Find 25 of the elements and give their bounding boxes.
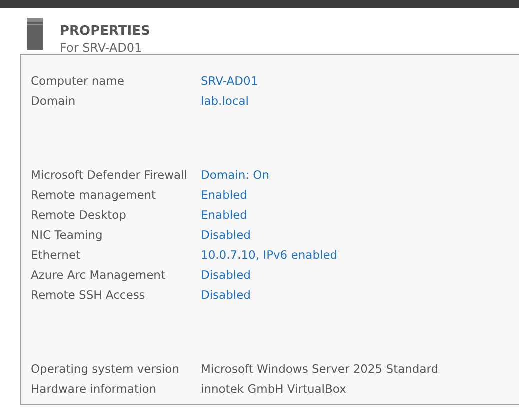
property-label: Hardware information xyxy=(31,382,157,396)
property-link[interactable]: lab.local xyxy=(201,94,249,108)
property-value: Microsoft Windows Server 2025 Standard xyxy=(201,362,439,376)
panel-subtitle: For SRV-AD01 xyxy=(60,40,142,56)
server-icon xyxy=(27,18,43,50)
property-value: innotek GmbH VirtualBox xyxy=(201,382,346,396)
property-link[interactable]: 10.0.7.10, IPv6 enabled xyxy=(201,248,338,262)
property-link[interactable]: Domain: On xyxy=(201,168,270,182)
panel-title: PROPERTIES xyxy=(60,24,150,40)
property-label: Remote Desktop xyxy=(31,208,126,222)
property-link[interactable]: Enabled xyxy=(201,188,248,202)
property-label: Domain xyxy=(31,94,76,108)
property-label: Azure Arc Management xyxy=(31,268,166,282)
property-label: Operating system version xyxy=(31,362,180,376)
property-label: Microsoft Defender Firewall xyxy=(31,168,188,182)
property-link[interactable]: SRV-AD01 xyxy=(201,74,258,88)
property-label: NIC Teaming xyxy=(31,228,103,242)
property-label: Computer name xyxy=(31,74,124,88)
property-link[interactable]: Disabled xyxy=(201,288,251,302)
property-label: Remote SSH Access xyxy=(31,288,146,302)
property-link[interactable]: Disabled xyxy=(201,268,251,282)
property-label: Remote management xyxy=(31,188,156,202)
property-link[interactable]: Enabled xyxy=(201,208,248,222)
property-label: Ethernet xyxy=(31,248,81,262)
property-link[interactable]: Disabled xyxy=(201,228,251,242)
